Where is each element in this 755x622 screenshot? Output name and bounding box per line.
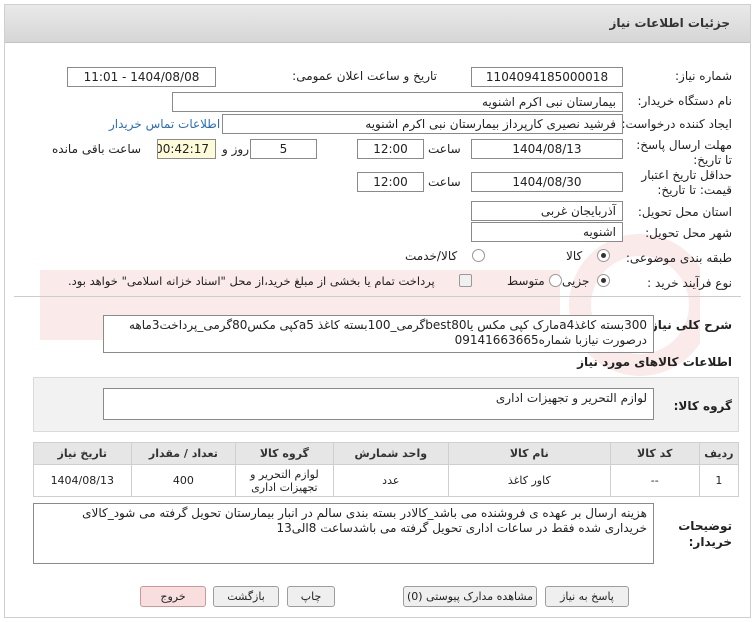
col-unit: واحد شمارش xyxy=(332,442,449,465)
buyer-notes-text: هزینه ارسال بر عهده ی فروشنده می باشد_کا… xyxy=(33,503,654,564)
validity-time-label: ساعت xyxy=(428,175,461,189)
announce-label: تاریخ و ساعت اعلان عمومی: xyxy=(292,69,437,83)
back-button[interactable]: بازگشت xyxy=(213,586,279,607)
col-group: گروه کالا xyxy=(235,442,334,465)
contact-buyer-link[interactable]: اطلاعات تماس خریدار xyxy=(109,117,220,131)
print-button[interactable]: چاپ xyxy=(287,586,335,607)
cell-code: -- xyxy=(609,464,700,497)
col-name: نام کالا xyxy=(447,442,611,465)
remaining-time-field: 00:42:17 xyxy=(157,139,216,159)
city-label: شهر محل تحویل: xyxy=(645,226,732,240)
days-field[interactable]: 5 xyxy=(250,139,317,159)
exit-button[interactable]: خروج xyxy=(140,586,206,607)
cell-unit: عدد xyxy=(332,464,449,497)
buyer-org-label: نام دستگاه خریدار: xyxy=(637,94,733,108)
province-label: استان محل تحویل: xyxy=(637,205,732,219)
days-label: روز و xyxy=(222,142,249,156)
items-table: ردیف کد کالا نام کالا واحد شمارش گروه کا… xyxy=(33,442,740,497)
creator-field[interactable]: فرشید نصیری کارپرداز بیمارستان نبی اکرم … xyxy=(222,114,623,134)
description-label: شرح کلی نیاز: xyxy=(646,318,732,332)
category-radio-goods[interactable] xyxy=(597,249,610,262)
buyer-notes-label: توضیحات خریدار: xyxy=(678,519,732,549)
col-qty: تعداد / مقدار xyxy=(130,442,237,465)
validity-date-field[interactable]: 1404/08/30 xyxy=(471,172,623,192)
buyer-org-field[interactable]: بیمارستان نبی اکرم اشنویه xyxy=(172,92,623,112)
col-code: کد کالا xyxy=(609,442,700,465)
process-medium-text: متوسط xyxy=(507,274,545,288)
cell-name: کاور کاغذ xyxy=(447,464,611,497)
cell-row: 1 xyxy=(698,464,740,497)
col-row: ردیف xyxy=(698,442,740,465)
goods-group-label: گروه کالا: xyxy=(673,399,732,413)
category-goods-text: کالا xyxy=(566,249,583,263)
page-title: جزئیات اطلاعات نیاز xyxy=(609,16,730,30)
category-label: طبقه بندی موضوعی: xyxy=(625,251,732,265)
deadline-date-field[interactable]: 1404/08/13 xyxy=(471,139,623,159)
validity-time-field[interactable]: 12:00 xyxy=(357,172,424,192)
city-field[interactable]: اشنویه xyxy=(471,222,623,242)
reply-button[interactable]: پاسخ به نیاز xyxy=(545,586,629,607)
process-radio-minor[interactable] xyxy=(597,274,610,287)
attachments-button[interactable]: مشاهده مدارک پیوستی (0) xyxy=(403,586,537,607)
deadline-label: مهلت ارسال پاسخ: تا تاریخ: xyxy=(636,138,732,167)
table-row[interactable]: 1 -- کاور کاغذ عدد لوازم التحریر و تجهیز… xyxy=(33,464,740,497)
description-text: 300بسته کاغذa4مارک کپی مکس یاbest80گرمی_… xyxy=(103,315,654,353)
goods-group-value: لوازم التحریر و تجهیزات اداری xyxy=(103,388,654,420)
deadline-time-field[interactable]: 12:00 xyxy=(357,139,424,159)
process-label: نوع فرآیند خرید : xyxy=(647,276,732,290)
creator-label: ایجاد کننده درخواست: xyxy=(621,117,732,131)
process-minor-text: جزیی xyxy=(562,274,590,288)
need-number-label: شماره نیاز: xyxy=(675,69,732,83)
announce-field[interactable]: 1404/08/08 - 11:01 xyxy=(67,67,216,87)
validity-label: حداقل تاریخ اعتبار قیمت: تا تاریخ: xyxy=(641,168,732,197)
deadline-time-label: ساعت xyxy=(428,142,461,156)
cell-group: لوازم التحریر و تجهیزات اداری xyxy=(235,464,334,497)
province-field[interactable]: آذربایجان غربی xyxy=(471,201,623,221)
treasury-checkbox[interactable] xyxy=(459,274,472,287)
page-header: جزئیات اطلاعات نیاز xyxy=(5,5,750,43)
cell-date: 1404/08/13 xyxy=(33,464,132,497)
process-radio-medium[interactable] xyxy=(549,274,562,287)
cell-qty: 400 xyxy=(130,464,237,497)
col-date: تاریخ نیاز xyxy=(33,442,132,465)
category-goods-service-text: کالا/خدمت xyxy=(405,249,458,263)
payment-note: پرداخت تمام یا بخشی از مبلغ خرید،از محل … xyxy=(68,274,435,288)
need-number-field[interactable]: 1104094185000018 xyxy=(471,67,623,87)
category-radio-goods-service[interactable] xyxy=(472,249,485,262)
remaining-label: ساعت باقی مانده xyxy=(52,142,142,156)
goods-section-title: اطلاعات کالاهای مورد نیاز xyxy=(577,355,732,369)
divider xyxy=(14,296,741,297)
